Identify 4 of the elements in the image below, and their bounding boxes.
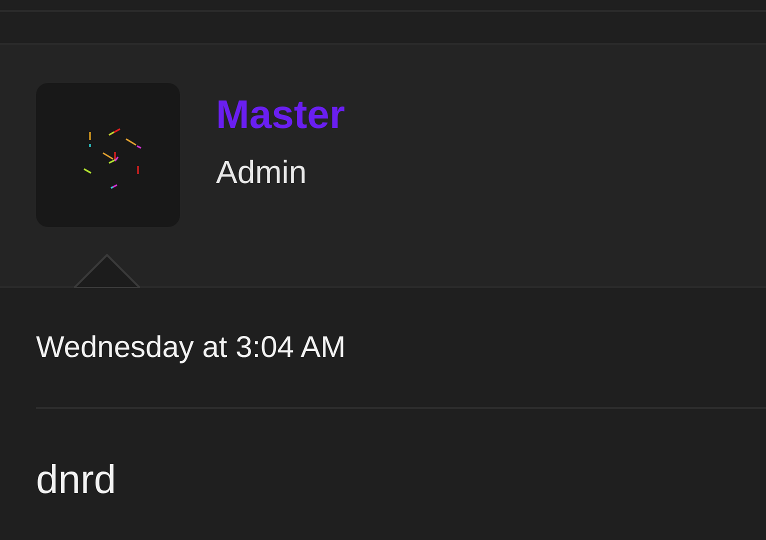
message-time: Wednesday at 3:04 AM <box>36 330 347 366</box>
message-text: dnrd <box>36 457 118 504</box>
profile-name: Master <box>216 92 345 139</box>
profile-role: Admin <box>216 153 308 192</box>
